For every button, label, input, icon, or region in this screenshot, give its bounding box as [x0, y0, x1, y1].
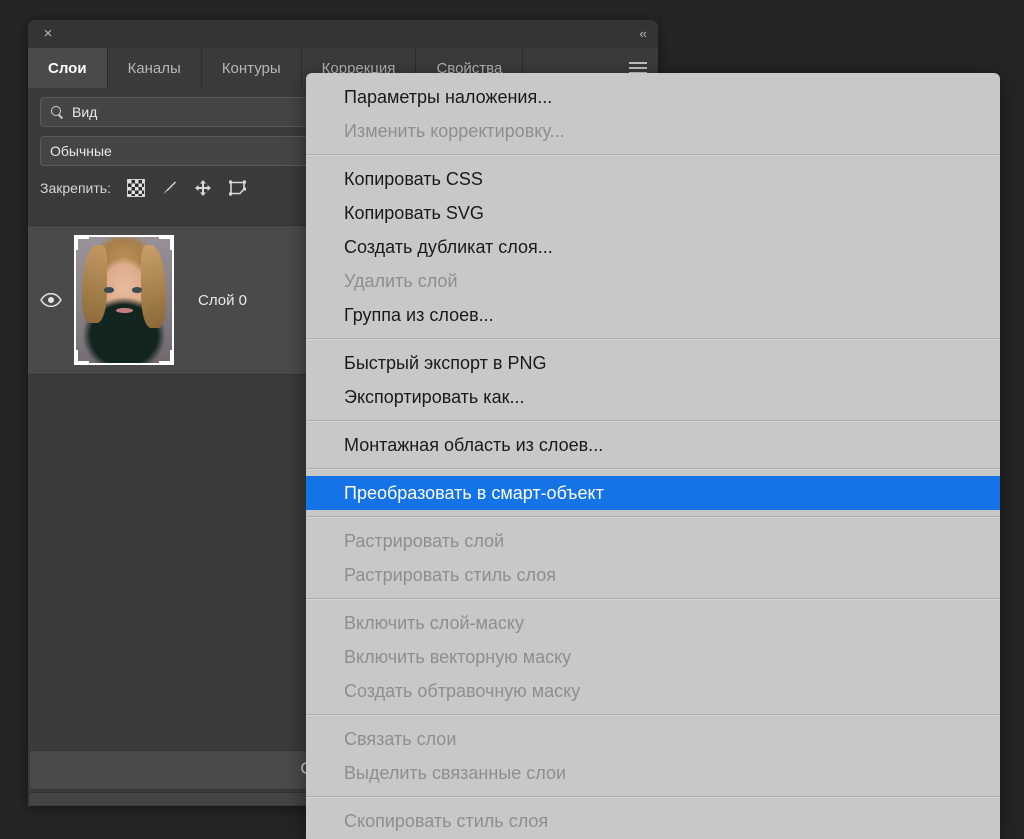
layer-name[interactable]: Слой 0 [198, 292, 247, 309]
menu-separator [306, 420, 1000, 422]
menu-item: Удалить слой [306, 264, 1000, 298]
menu-item: Создать обтравочную маску [306, 674, 1000, 708]
menu-item[interactable]: Копировать CSS [306, 162, 1000, 196]
collapse-panel-icon[interactable]: ‹‹ [639, 25, 646, 43]
menu-item[interactable]: Быстрый экспорт в PNG [306, 346, 1000, 380]
menu-separator [306, 598, 1000, 600]
menu-separator [306, 468, 1000, 470]
close-icon[interactable]: × [39, 25, 57, 43]
blend-mode-value: Обычные [50, 143, 312, 159]
panel-titlebar: × ‹‹ [28, 20, 658, 48]
menu-item: Растрировать слой [306, 524, 1000, 558]
lock-position-icon[interactable] [193, 178, 213, 198]
menu-item[interactable]: Преобразовать в смарт-объект [306, 476, 1000, 510]
menu-item[interactable]: Монтажная область из слоев... [306, 428, 1000, 462]
menu-item[interactable]: Группа из слоев... [306, 298, 1000, 332]
tab-channels[interactable]: Каналы [108, 48, 202, 88]
menu-item: Выделить связанные слои [306, 756, 1000, 790]
menu-item[interactable]: Создать дубликат слоя... [306, 230, 1000, 264]
blend-mode-select[interactable]: Обычные [40, 136, 322, 166]
menu-item: Включить векторную маску [306, 640, 1000, 674]
menu-item: Связать слои [306, 722, 1000, 756]
menu-item: Включить слой-маску [306, 606, 1000, 640]
menu-separator [306, 714, 1000, 716]
menu-item: Изменить корректировку... [306, 114, 1000, 148]
layer-thumbnail[interactable] [74, 235, 174, 365]
menu-item: Растрировать стиль слоя [306, 558, 1000, 592]
menu-item[interactable]: Копировать SVG [306, 196, 1000, 230]
layer-context-menu: Параметры наложения...Изменить корректир… [306, 73, 1000, 839]
menu-item[interactable]: Экспортировать как... [306, 380, 1000, 414]
lock-image-pixels-icon[interactable] [159, 178, 179, 198]
lock-artboard-nesting-icon[interactable] [227, 178, 247, 198]
tab-layers[interactable]: Слои [28, 48, 108, 88]
menu-item: Скопировать стиль слоя [306, 804, 1000, 838]
menu-separator [306, 338, 1000, 340]
tab-paths[interactable]: Контуры [202, 48, 302, 88]
lock-label: Закрепить: [40, 180, 111, 196]
menu-separator [306, 516, 1000, 518]
eye-icon[interactable] [28, 293, 74, 307]
search-icon [50, 105, 65, 120]
menu-separator [306, 154, 1000, 156]
lock-transparent-pixels-icon[interactable] [127, 179, 145, 197]
menu-item[interactable]: Параметры наложения... [306, 80, 1000, 114]
menu-separator [306, 796, 1000, 798]
